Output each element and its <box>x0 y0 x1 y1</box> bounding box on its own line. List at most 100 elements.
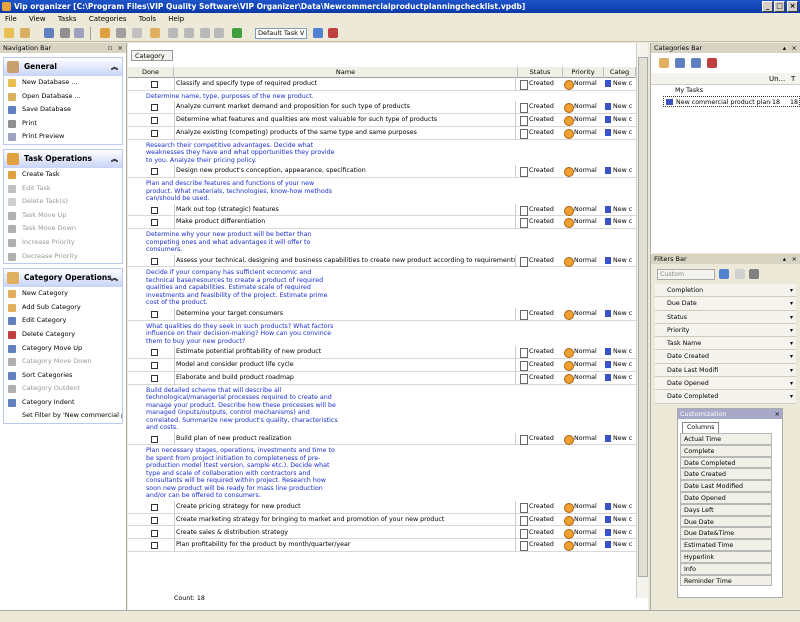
nav-category-outdent[interactable]: Category Outdent <box>4 382 122 396</box>
close-icon[interactable]: × <box>792 43 797 53</box>
category-group-tab[interactable]: Category <box>131 50 173 61</box>
done-checkbox[interactable] <box>151 117 158 125</box>
column-option[interactable]: Complete <box>680 444 772 457</box>
nav-category-move-up[interactable]: Category Move Up <box>4 342 122 356</box>
dropdown-icon[interactable]: ▾ <box>790 364 793 377</box>
category-new-commercial[interactable]: New commercial product plann 18 18 <box>663 96 800 107</box>
done-checkbox[interactable] <box>151 542 158 550</box>
column-option[interactable]: Due Date <box>680 515 772 528</box>
category-my-tasks[interactable]: My Tasks <box>651 85 800 96</box>
close-icon[interactable]: × <box>792 254 797 264</box>
dropdown-icon[interactable]: ▾ <box>790 390 793 403</box>
dropdown-icon[interactable]: ▾ <box>790 284 793 297</box>
menu-help[interactable]: Help <box>163 13 189 25</box>
column-option[interactable]: Actual Time <box>680 433 772 445</box>
table-row[interactable]: Design new product's conception, appeara… <box>128 165 636 178</box>
done-checkbox[interactable] <box>151 435 158 443</box>
dropdown-icon[interactable]: ▾ <box>790 337 793 350</box>
scroll-thumb[interactable] <box>638 57 648 577</box>
pin-icon[interactable]: ▴ <box>783 254 786 264</box>
table-row[interactable]: Create pricing strategy for new product C… <box>128 500 636 514</box>
col-priority[interactable]: Priority <box>563 67 604 78</box>
dropdown-icon[interactable]: ▾ <box>790 324 793 337</box>
table-row[interactable]: Estimate potential profitability of new … <box>128 346 636 359</box>
filter-row[interactable]: Status ▾ <box>655 310 796 324</box>
edit-category-icon[interactable] <box>691 58 701 68</box>
table-row[interactable]: Make product differentiation Created Norma… <box>128 216 636 230</box>
save-icon[interactable] <box>44 28 54 38</box>
done-checkbox[interactable] <box>151 362 158 369</box>
open-icon[interactable] <box>20 28 30 38</box>
nav-task-move-up[interactable]: Task Move Up <box>4 209 122 223</box>
table-row[interactable]: Assess your technical, designing and bus… <box>128 254 636 268</box>
maximize-button[interactable]: □ <box>774 1 785 12</box>
table-row[interactable]: Elaborate and build product roadmap Creat… <box>128 371 636 385</box>
menu-categories[interactable]: Categories <box>84 13 132 25</box>
nav-edit-category[interactable]: Edit Category <box>4 314 122 328</box>
new-category-icon[interactable] <box>659 58 669 68</box>
clear-filter-icon[interactable] <box>749 269 759 279</box>
filter-row[interactable]: Task Name ▾ <box>655 337 796 351</box>
print-icon[interactable] <box>60 28 70 38</box>
col-category[interactable]: Categ <box>604 67 636 78</box>
close-icon[interactable]: × <box>775 409 780 419</box>
column-option[interactable]: Info <box>680 562 772 575</box>
table-row[interactable]: Determine what features and qualities ar… <box>128 114 636 127</box>
done-checkbox[interactable] <box>151 129 158 137</box>
move-up-icon[interactable] <box>168 28 178 38</box>
col-status[interactable]: Status <box>518 67 563 78</box>
done-checkbox[interactable] <box>151 104 158 112</box>
nav-decrease-priority[interactable]: Decrease Priority <box>4 250 122 264</box>
nav-sort-categories[interactable]: Sort Categories <box>4 369 122 383</box>
nav-print[interactable]: Print <box>4 117 122 131</box>
table-row[interactable]: Create sales & distribution strategy Crea… <box>128 526 636 540</box>
column-option[interactable]: Reminder Time <box>680 574 772 587</box>
filter-row[interactable]: Date Last Modifi ▾ <box>655 363 796 378</box>
category-ops-header[interactable]: Category Operations ︽ <box>4 269 122 288</box>
nav-delete-task[interactable]: Delete Task(s) <box>4 195 122 209</box>
filter-row[interactable]: Completion ▾ <box>655 284 796 298</box>
category-icon[interactable] <box>150 28 160 38</box>
nav-save-database[interactable]: Save Database <box>4 103 122 117</box>
create-task-icon[interactable] <box>100 28 110 38</box>
pin-icon[interactable]: ▫ <box>108 43 112 53</box>
nav-print-preview[interactable]: Print Preview <box>4 130 122 144</box>
column-option[interactable]: Days Left <box>680 503 772 516</box>
apply-filter-icon[interactable] <box>719 269 729 279</box>
menu-view[interactable]: View <box>24 13 51 25</box>
column-option[interactable]: Estimated Time <box>680 539 772 551</box>
decrease-priority-icon[interactable] <box>214 28 224 38</box>
filter-row[interactable]: Priority ▾ <box>655 323 796 338</box>
nav-add-sub-category[interactable]: Add Sub Category <box>4 301 122 315</box>
done-checkbox[interactable] <box>151 349 158 357</box>
table-row[interactable]: Determine your target consumers Created No… <box>128 307 636 321</box>
nav-category-indent[interactable]: Category Indent <box>4 396 122 410</box>
nav-delete-category[interactable]: Delete Category <box>4 328 122 342</box>
column-option[interactable]: Date Completed <box>680 456 772 469</box>
column-option[interactable]: Date Last Modified <box>680 480 772 492</box>
filter-combo[interactable]: Custom <box>657 269 715 280</box>
table-row[interactable]: Model and consider product life cycle Cre… <box>128 359 636 372</box>
increase-priority-icon[interactable] <box>200 28 210 38</box>
clear-filter-icon[interactable] <box>328 28 338 38</box>
nav-new-category[interactable]: New Category <box>4 287 122 301</box>
column-option[interactable]: Date Created <box>680 468 772 481</box>
menu-tools[interactable]: Tools <box>134 13 161 25</box>
filter-combo[interactable]: Default Task V <box>255 28 307 39</box>
collapse-icon[interactable]: ︽ <box>111 150 118 168</box>
col-name[interactable]: Name <box>174 67 518 78</box>
dropdown-icon[interactable]: ▾ <box>790 350 793 363</box>
nav-create-task[interactable]: Create Task <box>4 168 122 182</box>
eraser-icon[interactable] <box>735 269 745 279</box>
table-row[interactable]: Plan profitability for the product by mo… <box>128 539 636 553</box>
done-checkbox[interactable] <box>151 168 158 176</box>
close-button[interactable]: × <box>787 1 798 12</box>
add-sub-category-icon[interactable] <box>675 58 685 68</box>
nav-increase-priority[interactable]: Increase Priority <box>4 236 122 250</box>
table-row[interactable]: Analyze current market demand and propos… <box>128 101 636 115</box>
nav-category-move-down[interactable]: Category Move Down <box>4 355 122 369</box>
done-checkbox[interactable] <box>151 374 158 382</box>
pin-icon[interactable]: ▴ <box>783 43 786 53</box>
apply-filter-icon[interactable] <box>313 28 323 38</box>
col-uncompleted[interactable]: Un... <box>769 75 785 83</box>
